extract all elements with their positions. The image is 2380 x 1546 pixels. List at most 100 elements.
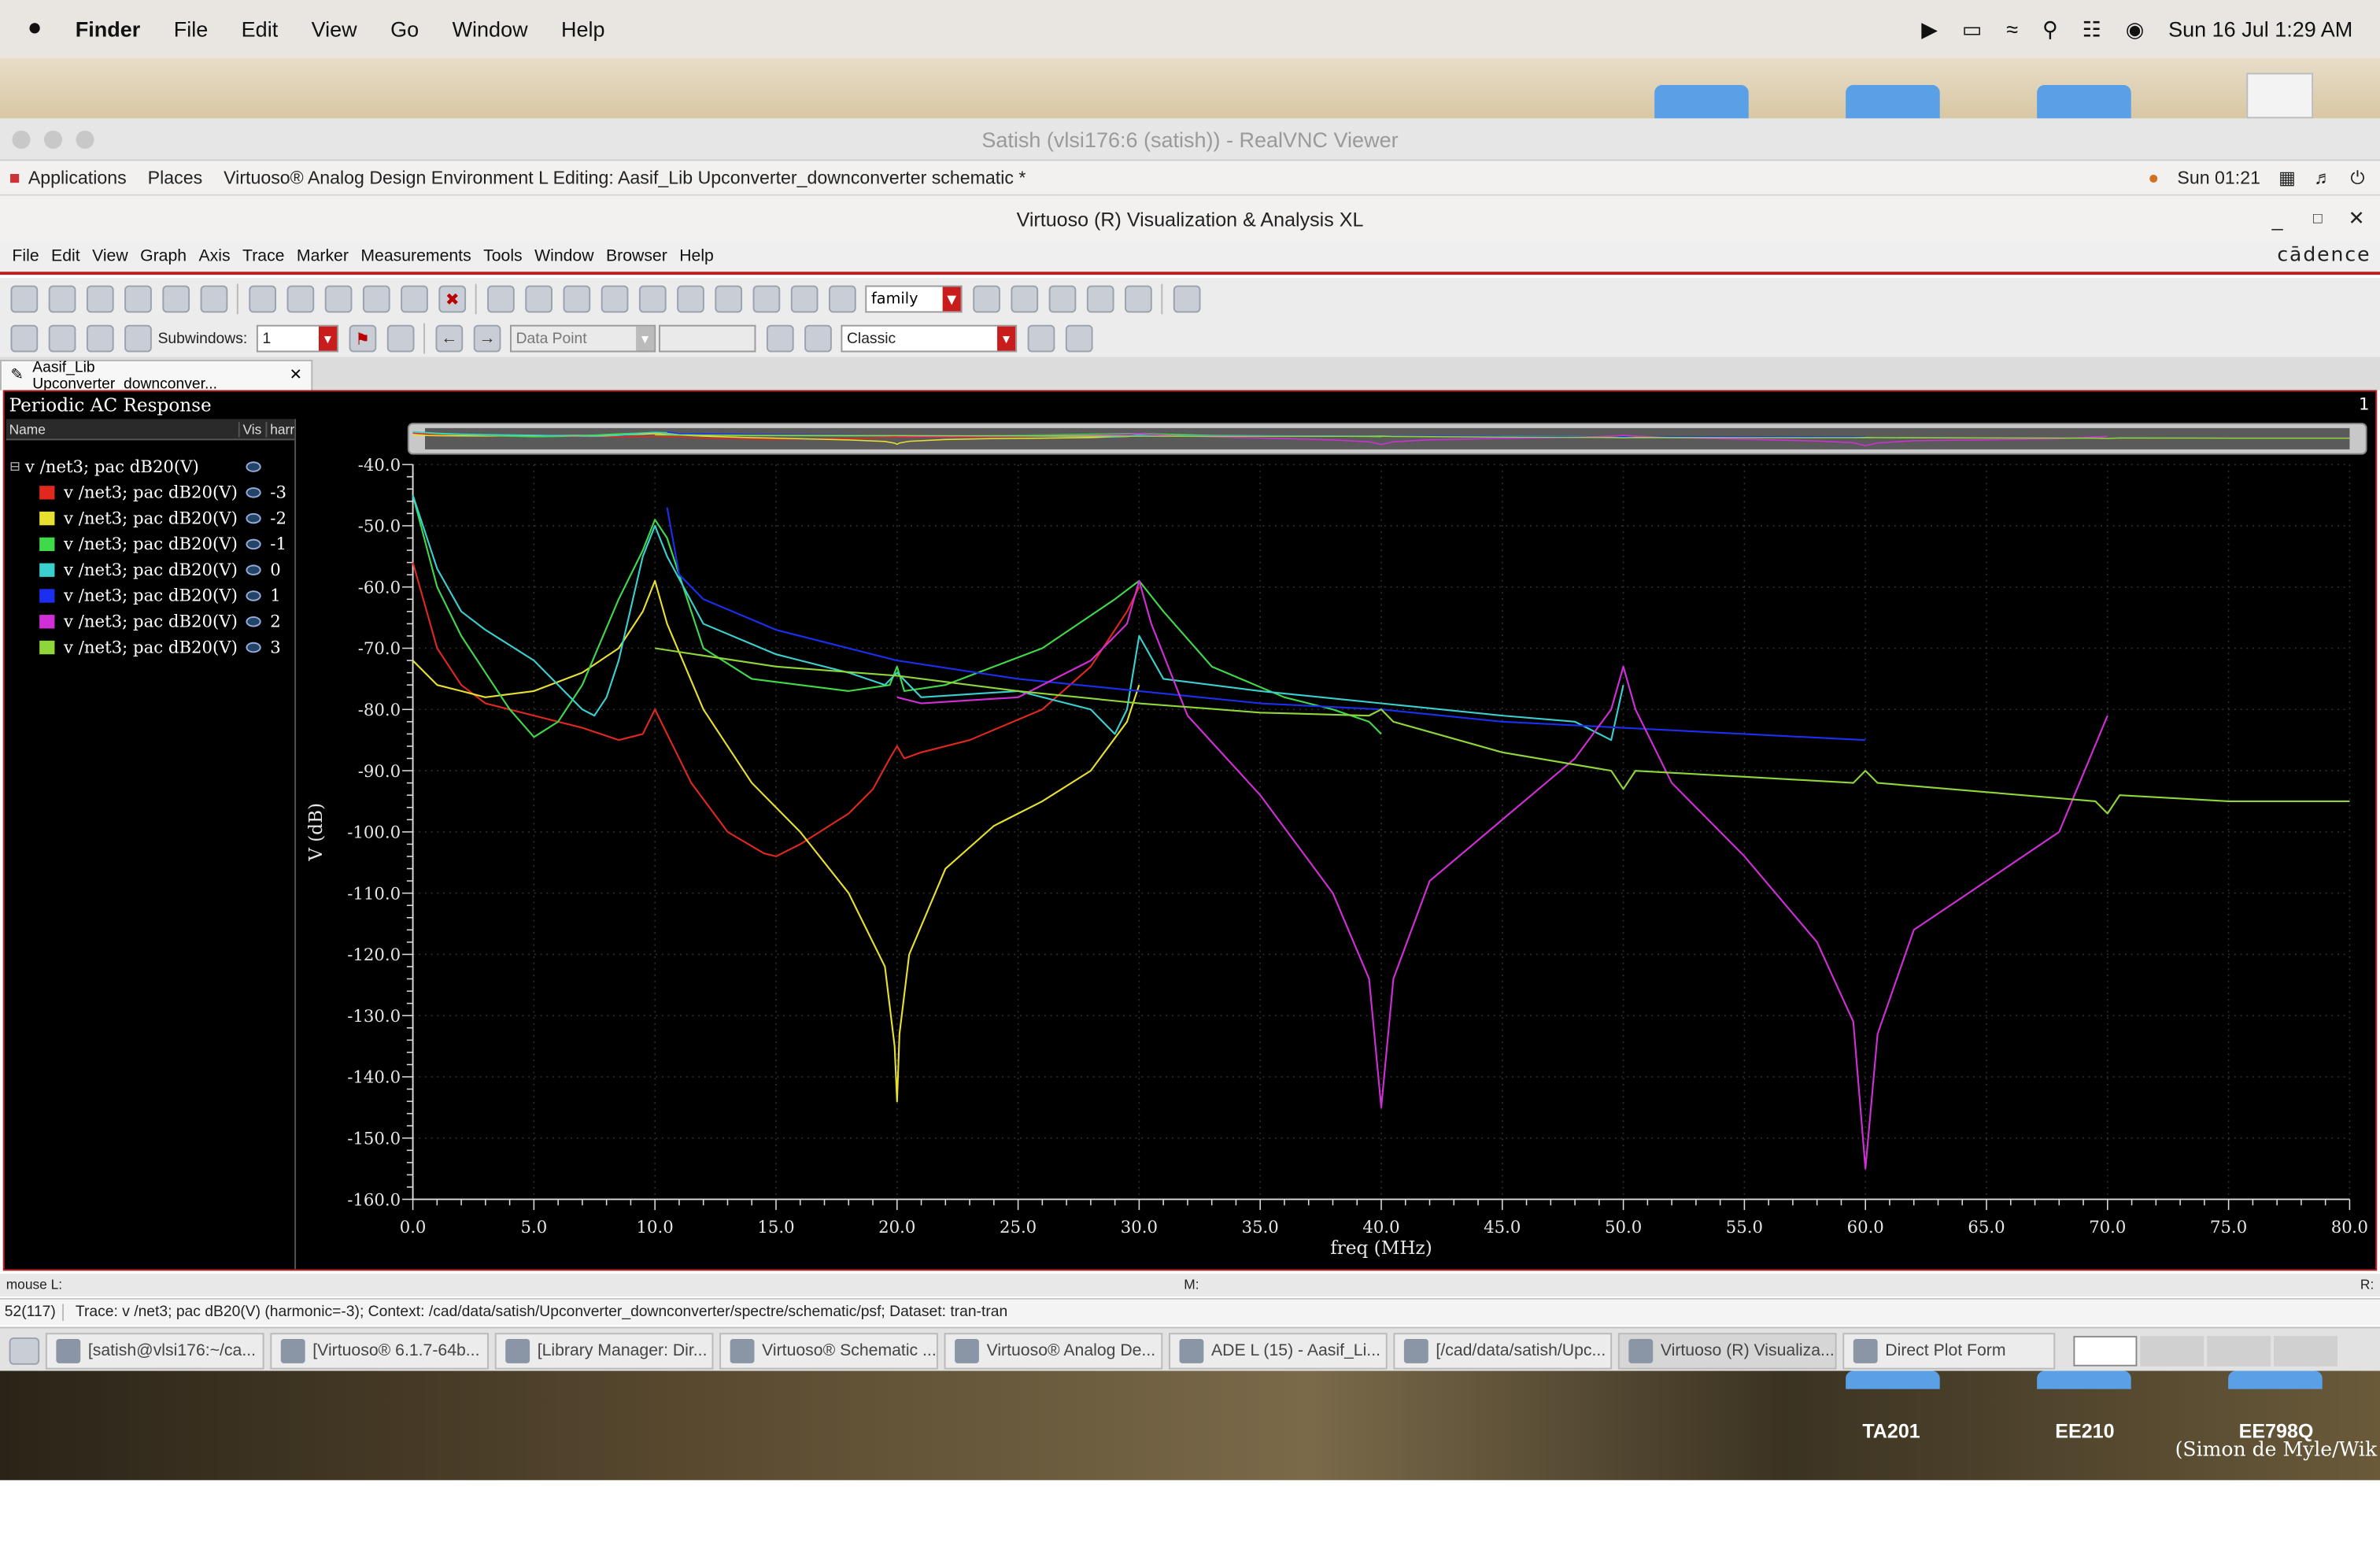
gnome-applications-menu[interactable]: ■ Applications bbox=[9, 167, 127, 188]
gnome-places-menu[interactable]: Places bbox=[148, 167, 202, 188]
desktop-folder-icon[interactable] bbox=[1846, 84, 1940, 119]
flag-icon[interactable]: ⚑ bbox=[349, 324, 377, 353]
legend-trace-row[interactable]: v /net3; pac dB20(V) -1 bbox=[6, 531, 294, 557]
zoom-window-button[interactable] bbox=[76, 130, 94, 149]
workspace-1[interactable] bbox=[2073, 1335, 2138, 1366]
visibility-eye-icon[interactable] bbox=[246, 512, 261, 524]
zoom-y-icon[interactable] bbox=[677, 285, 704, 313]
search-icon[interactable]: ⚲ bbox=[2042, 16, 2058, 42]
taskbar-button[interactable]: [satish@vlsi176:~/ca... bbox=[45, 1332, 264, 1369]
menu-edit[interactable]: Edit bbox=[51, 247, 80, 265]
horizontal-layout-icon[interactable] bbox=[86, 324, 114, 353]
menu-marker[interactable]: Marker bbox=[297, 247, 349, 265]
desktop-folder-icon[interactable] bbox=[2037, 1370, 2131, 1389]
datapoint-combo[interactable]: Data Point ▼ bbox=[509, 324, 656, 353]
mac-menu-file[interactable]: File bbox=[174, 17, 209, 41]
zoom-out-icon[interactable] bbox=[601, 285, 629, 313]
legend-trace-row[interactable]: v /net3; pac dB20(V) 0 bbox=[6, 557, 294, 583]
legend-col-harm[interactable]: harr bbox=[267, 421, 294, 436]
legend-trace-row[interactable]: v /net3; pac dB20(V) -2 bbox=[6, 505, 294, 531]
visibility-eye-icon[interactable] bbox=[246, 461, 261, 472]
taskbar-button[interactable]: Virtuoso® Analog De... bbox=[944, 1332, 1163, 1369]
menu-graph[interactable]: Graph bbox=[140, 247, 187, 265]
menu-axis[interactable]: Axis bbox=[199, 247, 231, 265]
minimize-window-button[interactable] bbox=[43, 130, 63, 149]
legend-trace-row[interactable]: v /net3; pac dB20(V) 3 bbox=[6, 634, 294, 660]
desktop-label-ee210[interactable]: EE210 bbox=[2055, 1419, 2114, 1442]
close-icon[interactable]: ✕ bbox=[2349, 206, 2365, 231]
subwindows-combo[interactable]: 1 ▼ bbox=[256, 324, 338, 353]
split-all-icon[interactable] bbox=[1011, 285, 1039, 313]
properties-icon[interactable] bbox=[1027, 324, 1055, 353]
maximize-icon[interactable]: □ bbox=[2313, 210, 2323, 227]
visibility-eye-icon[interactable] bbox=[246, 642, 261, 653]
menu-file[interactable]: File bbox=[12, 247, 39, 265]
taskbar-button[interactable]: Direct Plot Form bbox=[1842, 1332, 2056, 1369]
desktop-folder-icon[interactable] bbox=[1846, 1370, 1940, 1389]
strip-chart-icon[interactable] bbox=[973, 285, 1000, 313]
legend-trace-row[interactable]: v /net3; pac dB20(V) -3 bbox=[6, 479, 294, 505]
collapse-icon[interactable]: ⊟ bbox=[9, 459, 21, 474]
mac-menu-edit[interactable]: Edit bbox=[242, 17, 279, 41]
plot-subwindow[interactable]: Periodic AC Response 1 Name Vis harr ⊟ v… bbox=[2, 390, 2378, 1271]
mac-menu-help[interactable]: Help bbox=[561, 17, 605, 41]
mac-menu-window[interactable]: Window bbox=[453, 17, 528, 41]
overlay-icon[interactable] bbox=[1086, 285, 1114, 313]
mac-menu-go[interactable]: Go bbox=[390, 17, 419, 41]
workspace-4[interactable] bbox=[2273, 1335, 2338, 1366]
menu-browser[interactable]: Browser bbox=[606, 247, 667, 265]
pac-response-chart[interactable]: 0.0 5.0 10.0 15.0 20.0 25.0 30.0 35.0 40.0 45.0 50… bbox=[301, 419, 2372, 1269]
visibility-eye-icon[interactable] bbox=[246, 590, 261, 601]
play-icon[interactable]: ▶ bbox=[1921, 16, 1938, 42]
power-icon[interactable]: ⏻ bbox=[2350, 166, 2364, 189]
user-status-icon[interactable]: ● bbox=[2148, 167, 2159, 188]
menu-help[interactable]: Help bbox=[679, 247, 714, 265]
datapoint-field[interactable] bbox=[658, 324, 756, 353]
workspace-2[interactable] bbox=[2140, 1335, 2204, 1366]
new-subwindow-icon[interactable] bbox=[48, 285, 76, 313]
mac-menu-view[interactable]: View bbox=[312, 17, 357, 41]
gnome-active-window-title[interactable]: Virtuoso® Analog Design Environment L Ed… bbox=[224, 167, 1026, 188]
workspace-3[interactable] bbox=[2207, 1335, 2271, 1366]
desktop-label-ta201[interactable]: TA201 bbox=[1862, 1419, 1920, 1442]
tooltip-icon[interactable] bbox=[386, 324, 415, 353]
taskbar-button[interactable]: [/cad/data/satish/Upc... bbox=[1393, 1332, 1613, 1369]
paste-icon[interactable] bbox=[401, 285, 428, 313]
menu-trace[interactable]: Trace bbox=[242, 247, 284, 265]
menu-measurements[interactable]: Measurements bbox=[360, 247, 471, 265]
desktop-folder-icon[interactable] bbox=[2228, 1370, 2323, 1389]
save-icon[interactable] bbox=[124, 285, 152, 313]
redo-icon[interactable] bbox=[286, 285, 315, 313]
taskbar-button[interactable]: [Virtuoso® 6.1.7-64b... bbox=[270, 1332, 489, 1369]
desktop-folder-icon[interactable] bbox=[1654, 84, 1749, 119]
magnify-icon[interactable] bbox=[828, 285, 856, 313]
legend-col-vis[interactable]: Vis bbox=[240, 421, 268, 437]
print-icon[interactable] bbox=[162, 285, 190, 313]
family-combo[interactable]: family ▼ bbox=[865, 285, 963, 313]
zoom-in-icon[interactable] bbox=[563, 285, 591, 313]
legend-col-name[interactable]: Name bbox=[6, 421, 240, 437]
desktop-folder-icon[interactable] bbox=[2037, 84, 2131, 119]
gnome-clock[interactable]: Sun 01:21 bbox=[2177, 167, 2260, 188]
apple-icon[interactable]: ● bbox=[28, 15, 42, 43]
finder-menu[interactable]: Finder bbox=[76, 17, 141, 41]
settings-icon[interactable] bbox=[1065, 324, 1093, 353]
legend-group-row[interactable]: ⊟ v /net3; pac dB20(V) bbox=[6, 454, 294, 480]
composite-icon[interactable] bbox=[1048, 285, 1077, 313]
control-center-icon[interactable]: ☷ bbox=[2082, 16, 2101, 42]
menu-window[interactable]: Window bbox=[534, 247, 593, 265]
open-icon[interactable] bbox=[86, 285, 114, 313]
network-icon[interactable]: ▦ bbox=[2278, 167, 2296, 188]
copy-icon[interactable] bbox=[362, 285, 390, 313]
desktop-document-icon[interactable] bbox=[2246, 72, 2314, 119]
battery-icon[interactable]: ▭ bbox=[1962, 16, 1983, 42]
zoom-box-icon[interactable] bbox=[752, 285, 781, 313]
close-window-button[interactable] bbox=[12, 130, 31, 149]
calculator-icon[interactable] bbox=[804, 324, 832, 353]
taskbar-button[interactable]: Virtuoso® Schematic ... bbox=[719, 1332, 938, 1369]
lasso-icon[interactable] bbox=[525, 285, 552, 313]
select-icon[interactable] bbox=[487, 285, 515, 313]
export-icon[interactable] bbox=[1125, 285, 1152, 313]
print-preview-icon[interactable] bbox=[200, 285, 228, 313]
grid-icon[interactable] bbox=[1173, 285, 1201, 313]
